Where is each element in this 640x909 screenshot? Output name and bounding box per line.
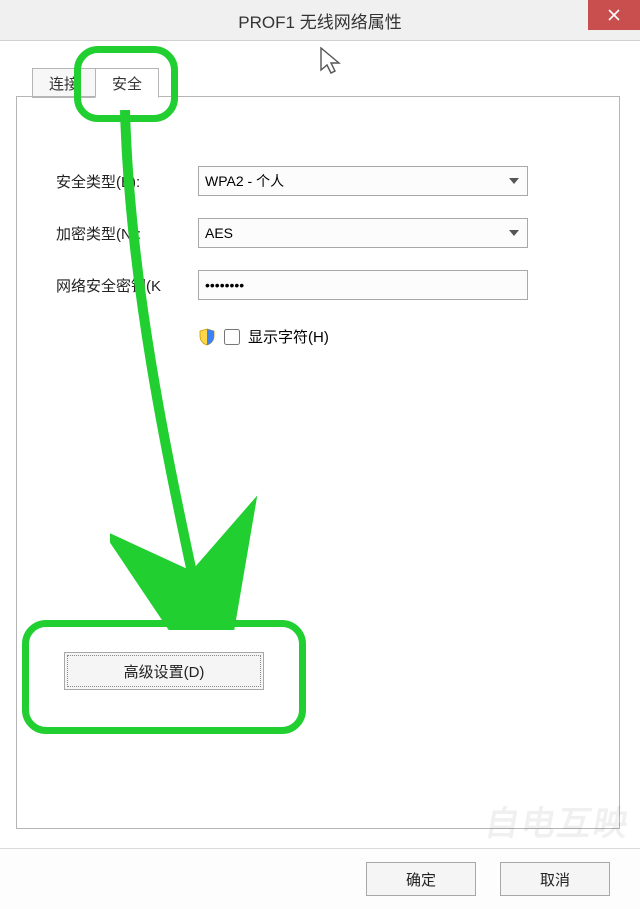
close-button[interactable] [588, 0, 640, 30]
label-show-chars: 显示字符(H) [248, 326, 329, 347]
row-network-key: 网络安全密钥(K [16, 270, 620, 300]
row-security-type: 安全类型(E): WPA2 - 个人 [16, 166, 620, 196]
checkbox-show-chars[interactable] [224, 329, 240, 345]
bottom-bar: 确定 取消 [0, 848, 640, 909]
window-title: PROF1 无线网络属性 [238, 8, 401, 33]
label-network-key: 网络安全密钥(K [16, 275, 198, 296]
advanced-settings-button[interactable]: 高级设置(D) [64, 652, 264, 690]
row-show-chars: 显示字符(H) [16, 326, 620, 347]
cancel-button[interactable]: 取消 [500, 862, 610, 896]
tab-page-security: 安全类型(E): WPA2 - 个人 加密类型(N): AES 网络安全密钥(K [16, 96, 620, 829]
select-security-type[interactable]: WPA2 - 个人 [198, 166, 528, 196]
cursor-icon [318, 46, 344, 76]
titlebar: PROF1 无线网络属性 [0, 0, 640, 41]
row-encryption-type: 加密类型(N): AES [16, 218, 620, 248]
close-icon [608, 9, 620, 21]
label-encryption-type: 加密类型(N): [16, 223, 198, 244]
tab-security[interactable]: 安全 [95, 68, 159, 98]
label-security-type: 安全类型(E): [16, 171, 198, 192]
select-encryption-type[interactable]: AES [198, 218, 528, 248]
tab-connect[interactable]: 连接 [32, 68, 96, 98]
shield-icon [198, 328, 216, 346]
ok-button[interactable]: 确定 [366, 862, 476, 896]
tab-strip: 连接 安全 [32, 68, 159, 98]
input-network-key[interactable] [198, 270, 528, 300]
